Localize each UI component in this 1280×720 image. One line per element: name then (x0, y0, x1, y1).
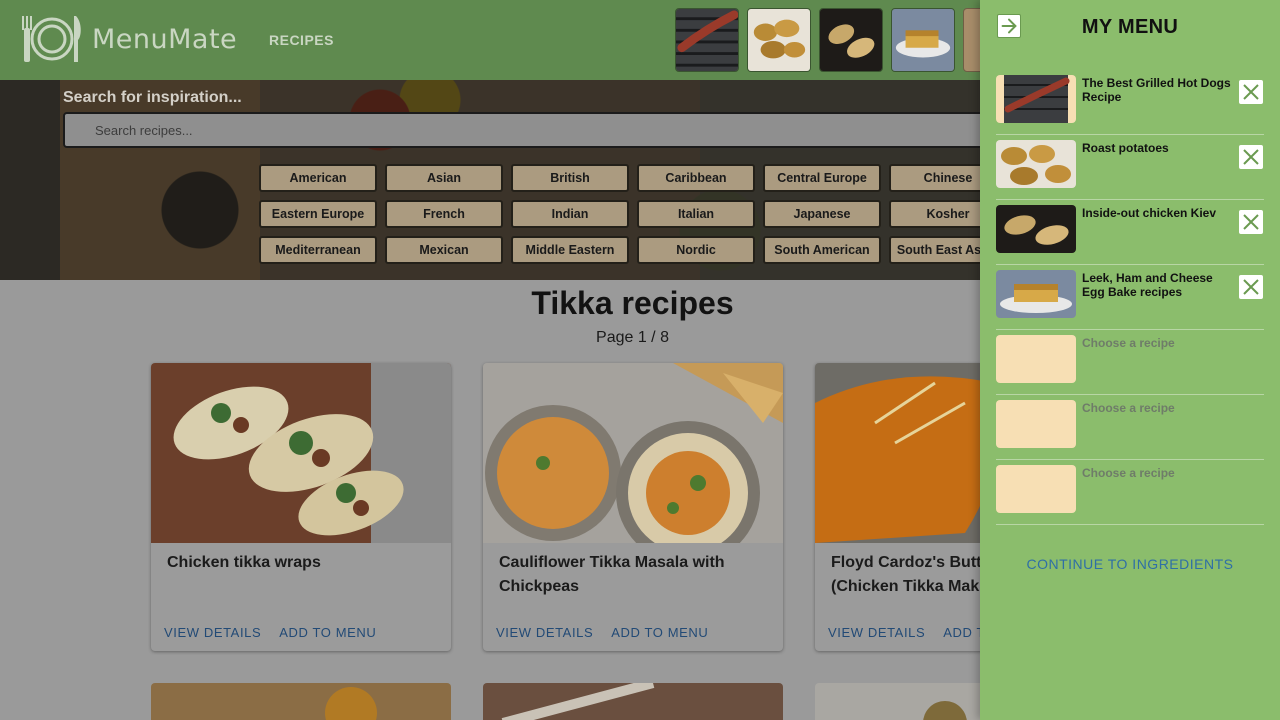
menu-slot-placeholder: Choose a recipe (1082, 336, 1175, 350)
menu-item: Leek, Ham and Cheese Egg Bake recipes (996, 265, 1264, 330)
card-actions: VIEW DETAILS ADD TO MENU (496, 625, 708, 640)
sausage-icon (996, 75, 1076, 123)
menu-slot-placeholder: Choose a recipe (1082, 466, 1175, 480)
sausage-icon (676, 9, 738, 71)
cuisine-chip[interactable]: American (259, 164, 377, 192)
add-to-menu-button[interactable]: ADD TO MENU (279, 625, 376, 640)
menu-thumb-sausage[interactable] (675, 8, 739, 72)
add-to-menu-button[interactable]: ADD TO MENU (611, 625, 708, 640)
card-actions: VIEW DETAILS ADD TO MENU (164, 625, 376, 640)
remove-item-button[interactable] (1239, 80, 1263, 104)
menu-thumb-potatoes[interactable] (747, 8, 811, 72)
empty-slot-image (996, 335, 1076, 383)
menu-item-label: Roast potatoes (1082, 141, 1169, 155)
recipe-title: Cauliflower Tikka Masala with Chickpeas (499, 554, 725, 595)
menu-slot-empty[interactable]: Choose a recipe (996, 395, 1264, 460)
empty-slot-image (996, 400, 1076, 448)
search-title: Search for inspiration... (63, 89, 242, 106)
remove-item-button[interactable] (1239, 275, 1263, 299)
menu-slot-placeholder: Choose a recipe (1082, 401, 1175, 415)
view-details-button[interactable]: VIEW DETAILS (164, 625, 261, 640)
kiev-icon (996, 205, 1076, 253)
empty-slot-image (996, 465, 1076, 513)
menu-thumbnails (675, 8, 1027, 72)
menu-thumb-kiev[interactable] (819, 8, 883, 72)
cuisine-chip[interactable]: Caribbean (637, 164, 755, 192)
search-input[interactable] (65, 114, 1001, 146)
menu-thumb-eggbake[interactable] (891, 8, 955, 72)
close-icon (1243, 214, 1259, 230)
recipe-card-partial (151, 683, 451, 720)
cuisine-chip[interactable]: French (385, 200, 503, 228)
cuisine-chip[interactable]: Italian (637, 200, 755, 228)
cuisine-chip[interactable]: Japanese (763, 200, 881, 228)
potatoes-icon (748, 9, 810, 71)
app-name: MenuMate (92, 23, 238, 55)
continue-to-ingredients-button[interactable]: CONTINUE TO INGREDIENTS (980, 556, 1280, 572)
drawer-title: MY MENU (1081, 16, 1179, 38)
my-menu-drawer: MY MENU The Best Grilled Hot Dogs Recipe (980, 0, 1280, 720)
cuisine-chip[interactable]: Middle Eastern (511, 236, 629, 264)
menu-item-image (996, 140, 1076, 188)
recipe-image (151, 363, 451, 543)
cuisine-chip[interactable]: Mediterranean (259, 236, 377, 264)
view-details-button[interactable]: VIEW DETAILS (496, 625, 593, 640)
view-details-button[interactable]: VIEW DETAILS (828, 625, 925, 640)
search-box (63, 112, 1003, 148)
cuisine-chip[interactable]: Central Europe (763, 164, 881, 192)
recipe-image (483, 363, 783, 543)
menu-item-image (996, 270, 1076, 318)
menu-item-label: Leek, Ham and Cheese Egg Bake recipes (1082, 271, 1213, 299)
recipe-card: Cauliflower Tikka Masala with Chickpeas … (483, 363, 783, 651)
cuisine-chip[interactable]: South American (763, 236, 881, 264)
app-logo[interactable]: MenuMate (20, 14, 237, 64)
recipe-card-partial (483, 683, 783, 720)
cuisine-chip[interactable]: Nordic (637, 236, 755, 264)
menu-item: The Best Grilled Hot Dogs Recipe (996, 70, 1264, 135)
cuisine-chip[interactable]: Eastern Europe (259, 200, 377, 228)
potatoes-icon (996, 140, 1076, 188)
recipe-image (483, 683, 783, 720)
recipe-image (151, 683, 451, 720)
cuisine-chip[interactable]: Asian (385, 164, 503, 192)
close-icon (1243, 84, 1259, 100)
kiev-icon (820, 9, 882, 71)
menu-item: Roast potatoes (996, 135, 1264, 200)
cuisine-chip[interactable]: Mexican (385, 236, 503, 264)
remove-item-button[interactable] (1239, 210, 1263, 234)
close-icon (1243, 279, 1259, 295)
cuisine-chip[interactable]: British (511, 164, 629, 192)
remove-item-button[interactable] (1239, 145, 1263, 169)
eggbake-icon (892, 9, 954, 71)
close-icon (1243, 149, 1259, 165)
menu-item-image (996, 205, 1076, 253)
menu-slot-empty[interactable]: Choose a recipe (996, 330, 1264, 395)
cuisine-chip[interactable]: Indian (511, 200, 629, 228)
menu-item-image (996, 75, 1076, 123)
recipe-title: Chicken tikka wraps (167, 554, 321, 571)
menu-item: Inside-out chicken Kiev (996, 200, 1264, 265)
menu-item-label: Inside-out chicken Kiev (1082, 206, 1217, 220)
nav-recipes-link[interactable]: RECIPES (269, 32, 334, 48)
menu-slot-empty[interactable]: Choose a recipe (996, 460, 1264, 525)
plate-cutlery-icon (22, 16, 81, 62)
menu-item-label: The Best Grilled Hot Dogs Recipe (1082, 76, 1231, 104)
eggbake-icon (996, 270, 1076, 318)
recipe-card: Chicken tikka wraps VIEW DETAILS ADD TO … (151, 363, 451, 651)
